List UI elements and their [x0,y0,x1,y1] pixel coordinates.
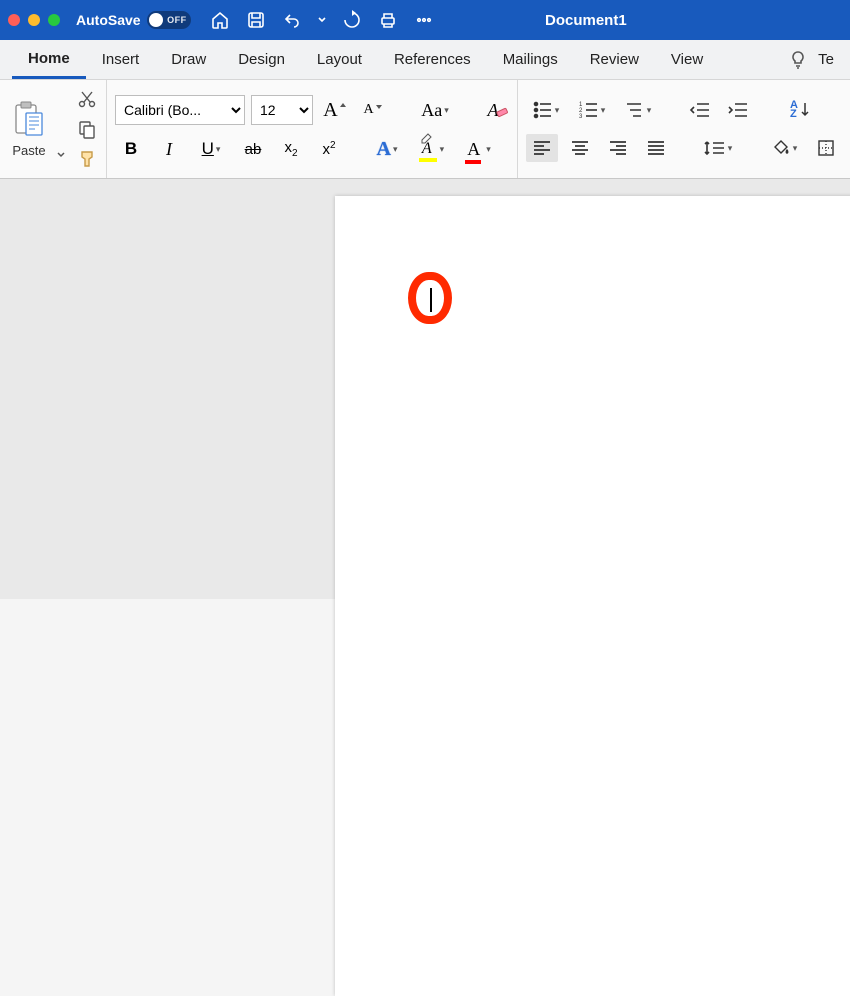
document-area [0,179,850,599]
fullscreen-window-button[interactable] [48,14,60,26]
format-painter-button[interactable] [76,148,98,170]
multilevel-list-button[interactable]: ▾ [618,96,658,124]
paste-button[interactable]: Paste [8,99,50,160]
title-bar: AutoSave OFF Document1 [0,0,850,40]
paint-bucket-icon [771,139,791,157]
arrow-down-icon [800,101,810,119]
align-center-button[interactable] [564,134,596,162]
shading-button[interactable]: ▾ [764,134,804,162]
align-left-button[interactable] [526,134,558,162]
window-controls [8,14,60,26]
highlight-button[interactable]: A ▾ [413,135,453,163]
numbering-button[interactable]: 123▾ [572,96,612,124]
tab-mailings[interactable]: Mailings [487,40,574,79]
autosave-label: AutoSave [76,12,141,28]
tab-view[interactable]: View [655,40,719,79]
font-group: Calibri (Bo... 12 A A Aa▾ A B I U▾ ab x2… [107,80,518,178]
font-color-button[interactable]: A ▾ [459,135,499,163]
subscript-button[interactable]: x2 [275,135,307,163]
italic-button[interactable]: I [153,135,185,163]
borders-button[interactable] [810,134,842,162]
paste-dropdown-icon[interactable] [56,150,66,160]
home-icon[interactable] [209,9,231,31]
eraser-icon [496,106,508,118]
clipboard-icon [12,101,46,139]
shrink-font-button[interactable]: A [357,96,389,124]
svg-text:3: 3 [579,114,583,119]
align-left-icon [532,140,552,156]
align-center-icon [570,140,590,156]
page[interactable] [335,196,850,996]
tab-design[interactable]: Design [222,40,301,79]
tab-home[interactable]: Home [12,40,86,79]
copy-icon [77,119,97,139]
ribbon: Paste Calibri (Bo... 12 A A Aa▾ A [0,80,850,179]
paste-label: Paste [12,143,45,158]
underline-button[interactable]: U▾ [191,135,231,163]
strikethrough-button[interactable]: ab [237,135,269,163]
increase-indent-button[interactable] [722,96,754,124]
superscript-button[interactable]: x2 [313,135,345,163]
clear-formatting-button[interactable]: A [477,96,509,124]
redo-icon[interactable] [341,9,363,31]
highlight-marker [408,272,452,324]
undo-icon[interactable] [281,9,303,31]
tab-draw[interactable]: Draw [155,40,222,79]
change-case-button[interactable]: Aa▾ [415,96,455,124]
outdent-icon [689,101,711,119]
autosave-knob [149,13,163,27]
minimize-window-button[interactable] [28,14,40,26]
tab-references[interactable]: References [378,40,487,79]
align-right-icon [608,140,628,156]
paragraph-group: ▾ 123▾ ▾ AZ ▾ ▾ [518,80,850,178]
align-right-button[interactable] [602,134,634,162]
copy-button[interactable] [76,118,98,140]
bold-button[interactable]: B [115,135,147,163]
save-icon[interactable] [245,9,267,31]
font-size-select[interactable]: 12 [251,95,313,125]
document-title: Document1 [545,12,627,29]
multilevel-icon [625,101,645,119]
clipboard-group: Paste [0,80,107,178]
lightbulb-icon[interactable] [788,50,808,70]
sort-button[interactable]: AZ [780,96,820,124]
line-spacing-icon [704,139,726,157]
undo-dropdown-icon[interactable] [317,9,327,31]
borders-icon [818,140,834,156]
grow-font-button[interactable]: A [319,96,351,124]
tab-layout[interactable]: Layout [301,40,378,79]
tell-me-label[interactable]: Te [818,51,834,68]
tab-insert[interactable]: Insert [86,40,156,79]
line-spacing-button[interactable]: ▾ [698,134,738,162]
tab-review[interactable]: Review [574,40,655,79]
paintbrush-icon [77,149,97,169]
justify-icon [646,140,666,156]
text-effects-button[interactable]: A▾ [367,135,407,163]
print-icon[interactable] [377,9,399,31]
close-window-button[interactable] [8,14,20,26]
cut-button[interactable] [76,88,98,110]
autosave-switch[interactable]: OFF [147,11,191,29]
decrease-indent-button[interactable] [684,96,716,124]
more-icon[interactable] [413,9,435,31]
scissors-icon [77,89,97,109]
highlighter-icon [420,130,434,144]
bullets-button[interactable]: ▾ [526,96,566,124]
justify-button[interactable] [640,134,672,162]
autosave-toggle[interactable]: AutoSave OFF [76,11,191,29]
font-name-select[interactable]: Calibri (Bo... [115,95,245,125]
indent-icon [727,101,749,119]
quick-access-toolbar [209,9,435,31]
bullets-icon [533,101,553,119]
numbering-icon: 123 [579,101,599,119]
ribbon-tabs: Home Insert Draw Design Layout Reference… [0,40,850,80]
autosave-state: OFF [167,15,187,25]
